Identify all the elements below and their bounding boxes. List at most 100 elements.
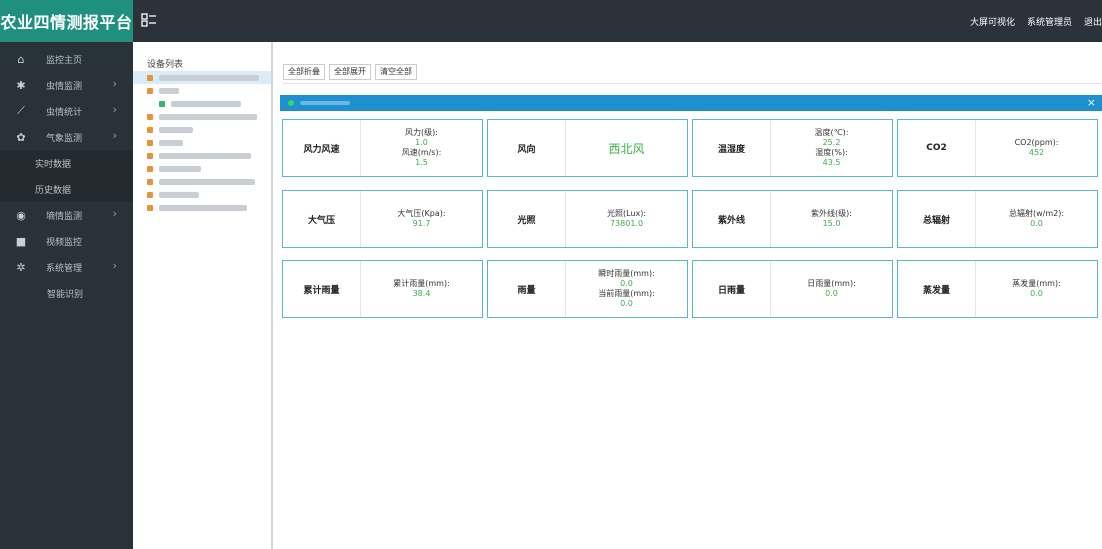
- dashboard-link[interactable]: 大屏可视化: [970, 15, 1015, 28]
- card-label: 光照: [488, 191, 566, 247]
- uv-card: 紫外线 紫外线(级): 15.0: [692, 190, 893, 248]
- value-number: 1.5: [415, 158, 428, 167]
- chevron-right-icon: ›: [112, 259, 117, 272]
- value-label: 湿度(%):: [815, 148, 848, 157]
- toolbar: 全部折叠 全部展开 清空全部: [283, 64, 417, 80]
- wind-direction-card: 风向 西北风: [487, 119, 688, 177]
- card-values: CO2(ppm): 452: [976, 120, 1097, 176]
- user-menu[interactable]: 系统管理员: [1027, 15, 1072, 28]
- device-icon: [147, 165, 153, 172]
- video-icon: ■: [15, 234, 27, 248]
- close-icon[interactable]: ×: [1087, 96, 1096, 109]
- value-label: 总辐射(w/m2):: [1008, 209, 1065, 218]
- value-number: 0.0: [1030, 219, 1043, 228]
- card-values: 温度(℃): 25.2 湿度(%): 43.5: [771, 120, 892, 176]
- device-name: [300, 101, 350, 105]
- value-label: CO2(ppm):: [1014, 138, 1059, 147]
- sidebar-item-label: 虫情监测: [46, 81, 83, 92]
- sidebar: 农业四情测报平台 ⌂ 监控主页 ✱ 虫情监测 › ⟋ 虫情统计 › ✿ 气象监测 › 实时数据 历史数据…: [0, 0, 133, 549]
- card-label: 风力风速: [283, 120, 361, 176]
- device-icon: [147, 204, 153, 211]
- tree-node[interactable]: [133, 84, 271, 97]
- value-number: 452: [1028, 148, 1045, 157]
- sidebar-item[interactable]: ◉ 墒情监测 ›: [0, 202, 133, 228]
- sidebar-item[interactable]: ⌂ 监控主页: [0, 46, 133, 72]
- sidebar-subitem[interactable]: 智能识别: [0, 280, 133, 306]
- panel-header: ×: [280, 95, 1102, 111]
- sidebar-item[interactable]: ✲ 系统管理 ›: [0, 254, 133, 280]
- sidebar-item[interactable]: ✿ 气象监测 ›: [0, 124, 133, 150]
- card-values: 累计雨量(mm): 38.4: [361, 261, 482, 317]
- tree-node[interactable]: [133, 110, 271, 123]
- sidebar-item-label: 监控主页: [46, 55, 83, 66]
- device-icon: [147, 74, 153, 81]
- device-icon: [147, 126, 153, 133]
- card-label: 风向: [488, 120, 566, 176]
- collapse-all-button[interactable]: 全部折叠: [283, 64, 325, 80]
- pressure-card: 大气压 大气压(Kpa): 91.7: [282, 190, 483, 248]
- tree-node[interactable]: [133, 136, 271, 149]
- card-values: 风力(级): 1.0 风速(m/s): 1.5: [361, 120, 482, 176]
- card-label: 日雨量: [693, 261, 771, 317]
- sidebar-item-label: 墒情监测: [46, 211, 83, 222]
- value-number: 1.0: [415, 138, 428, 147]
- sidebar-subitem[interactable]: 历史数据: [0, 176, 133, 202]
- device-icon: [147, 139, 153, 146]
- tree-node[interactable]: [133, 201, 271, 214]
- tree-node[interactable]: [133, 188, 271, 201]
- card-values: 蒸发量(mm): 0.0: [976, 261, 1097, 317]
- clear-all-button[interactable]: 清空全部: [375, 64, 417, 80]
- sidebar-item-label: 虫情统计: [46, 107, 83, 118]
- tree-node[interactable]: [133, 175, 271, 188]
- card-values: 瞬时雨量(mm): 0.0 当前雨量(mm): 0.0: [566, 261, 687, 317]
- sidebar-item[interactable]: ✱ 虫情监测 ›: [0, 72, 133, 98]
- value-label: 累计雨量(mm):: [393, 279, 450, 288]
- device-icon: [147, 113, 153, 120]
- evaporation-card: 蒸发量 蒸发量(mm): 0.0: [897, 260, 1098, 318]
- card-values: 紫外线(级): 15.0: [771, 191, 892, 247]
- daily-rain-card: 日雨量 日雨量(mm): 0.0: [692, 260, 893, 318]
- card-label: 累计雨量: [283, 261, 361, 317]
- card-label: 雨量: [488, 261, 566, 317]
- sidebar-item[interactable]: ⟋ 虫情统计 ›: [0, 98, 133, 124]
- tree-node[interactable]: [133, 149, 271, 162]
- card-value: 西北风: [608, 141, 645, 156]
- value-label: 日雨量(mm):: [807, 279, 856, 288]
- value-label: 蒸发量(mm):: [1012, 279, 1061, 288]
- light-card: 光照 光照(Lux): 73801.0: [487, 190, 688, 248]
- device-icon: [147, 87, 153, 94]
- insect-icon: ✱: [16, 78, 26, 92]
- sidebar-subitem[interactable]: 实时数据: [0, 150, 133, 176]
- online-icon: [159, 100, 165, 107]
- chevron-right-icon: ›: [112, 207, 117, 220]
- logout-link[interactable]: 退出: [1084, 15, 1102, 28]
- tree-node[interactable]: [133, 162, 271, 175]
- menu-toggle-icon[interactable]: [141, 12, 157, 28]
- value-number: 25.2: [822, 138, 841, 147]
- value-number: 0.0: [620, 279, 633, 288]
- tree-node[interactable]: [133, 123, 271, 136]
- radiation-card: 总辐射 总辐射(w/m2): 0.0: [897, 190, 1098, 248]
- card-label: 温湿度: [693, 120, 771, 176]
- sidebar-item[interactable]: ■ 视频监控: [0, 228, 133, 254]
- main-content: 全部折叠 全部展开 清空全部 × 风力风速 风力(级): 1.0 风速(m/s): 1.…: [275, 42, 1102, 549]
- sidebar-item-label: 系统管理: [46, 263, 83, 274]
- chevron-right-icon: ›: [112, 129, 117, 142]
- temp-humidity-card: 温湿度 温度(℃): 25.2 湿度(%): 43.5: [692, 119, 893, 177]
- value-number: 0.0: [825, 289, 838, 298]
- card-values: 日雨量(mm): 0.0: [771, 261, 892, 317]
- accum-rain-card: 累计雨量 累计雨量(mm): 38.4: [282, 260, 483, 318]
- value-number: 0.0: [1030, 289, 1043, 298]
- value-label: 当前雨量(mm):: [598, 289, 655, 298]
- tree-node[interactable]: [133, 71, 271, 84]
- home-icon: ⌂: [17, 52, 25, 66]
- online-status-icon: [288, 100, 294, 106]
- card-label: 总辐射: [898, 191, 976, 247]
- device-tree-title: 设备列表: [147, 60, 184, 70]
- expand-all-button[interactable]: 全部展开: [329, 64, 371, 80]
- sidebar-item-label: 气象监测: [46, 133, 83, 144]
- value-number: 38.4: [412, 289, 431, 298]
- gear-icon: ✲: [16, 260, 26, 274]
- value-number: 91.7: [412, 219, 431, 228]
- tree-node[interactable]: [133, 97, 271, 110]
